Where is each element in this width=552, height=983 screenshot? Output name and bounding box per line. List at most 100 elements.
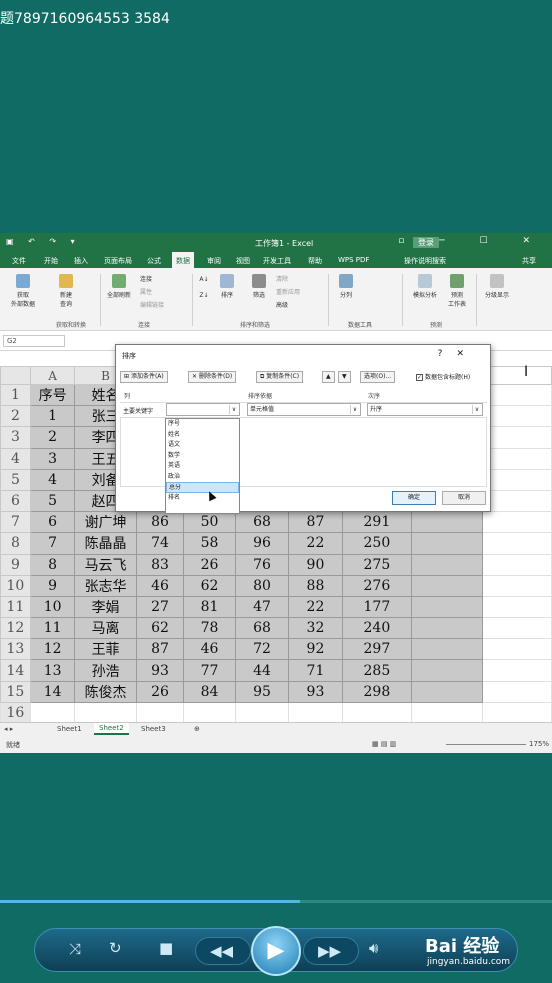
table-cell[interactable] bbox=[481, 489, 552, 513]
table-cell[interactable]: 78 bbox=[183, 617, 236, 640]
table-cell[interactable] bbox=[74, 701, 137, 725]
tell-me-search[interactable]: 操作说明搜索 bbox=[404, 256, 446, 266]
tab-insert[interactable]: 插入 bbox=[74, 256, 88, 266]
refresh-all-button[interactable]: 全部刷新 bbox=[104, 274, 134, 299]
row-header[interactable]: 15 bbox=[0, 680, 31, 703]
table-cell[interactable]: 74 bbox=[135, 532, 185, 555]
table-cell[interactable]: 12 bbox=[29, 638, 76, 661]
table-cell[interactable]: 26 bbox=[135, 680, 185, 703]
connections-button[interactable]: 连接 bbox=[140, 274, 152, 283]
rewind-button[interactable]: ◀◀ bbox=[195, 937, 251, 965]
table-cell[interactable]: 93 bbox=[135, 659, 185, 682]
has-headers-checkbox[interactable]: ✓ 数据包含标题(H) bbox=[416, 372, 470, 381]
outline-button[interactable]: 分级显示 bbox=[480, 274, 514, 299]
table-cell[interactable]: 90 bbox=[288, 553, 343, 576]
table-cell[interactable] bbox=[411, 553, 483, 576]
delete-level-button[interactable]: ✕ 删除条件(D) bbox=[188, 371, 237, 383]
sheet-nav-arrows[interactable]: ◂ ▸ bbox=[4, 725, 13, 733]
table-cell[interactable] bbox=[481, 511, 552, 534]
dropdown-option[interactable]: 姓名 bbox=[166, 430, 239, 441]
table-cell[interactable]: 陈俊杰 bbox=[74, 680, 137, 703]
table-cell[interactable] bbox=[481, 595, 552, 619]
edit-links-button[interactable]: 编辑链接 bbox=[140, 300, 164, 309]
table-cell[interactable]: 8 bbox=[29, 553, 76, 576]
table-cell[interactable] bbox=[411, 532, 483, 555]
table-cell[interactable]: 58 bbox=[183, 532, 236, 555]
row-header[interactable]: 14 bbox=[0, 659, 31, 682]
table-cell[interactable] bbox=[234, 701, 290, 725]
table-cell[interactable]: 马离 bbox=[74, 617, 137, 640]
table-cell[interactable]: 68 bbox=[234, 617, 290, 640]
sheet-tab[interactable]: Sheet1 bbox=[52, 725, 87, 733]
table-cell[interactable] bbox=[411, 638, 483, 661]
table-cell[interactable]: 71 bbox=[288, 659, 343, 682]
stop-icon[interactable]: ■ bbox=[159, 939, 173, 957]
new-query-button[interactable]: 新建 查询 bbox=[52, 274, 80, 308]
tab-view[interactable]: 视图 bbox=[236, 256, 250, 266]
table-cell[interactable] bbox=[411, 659, 483, 682]
row-header[interactable]: 7 bbox=[0, 511, 31, 534]
table-cell[interactable]: 83 bbox=[135, 553, 185, 576]
dropdown-option[interactable]: 政治 bbox=[166, 472, 239, 483]
dialog-controls[interactable]: ?✕ bbox=[438, 349, 478, 359]
repeat-icon[interactable]: ↻ bbox=[109, 939, 122, 957]
table-cell[interactable]: 2 bbox=[29, 426, 76, 449]
options-button[interactable]: 选项(O)... bbox=[360, 371, 396, 383]
sort-za-icon[interactable]: Z↓ bbox=[198, 292, 210, 299]
table-cell[interactable] bbox=[411, 574, 483, 597]
table-cell[interactable] bbox=[411, 511, 483, 534]
column-header[interactable] bbox=[481, 366, 552, 385]
tab-data[interactable]: 数据 bbox=[172, 252, 194, 268]
reapply-button[interactable]: 重新应用 bbox=[276, 287, 300, 296]
close-icon[interactable]: ✕ bbox=[456, 349, 478, 359]
table-cell[interactable]: 马云飞 bbox=[74, 553, 137, 576]
tab-home[interactable]: 开始 bbox=[44, 256, 58, 266]
table-cell[interactable] bbox=[481, 405, 552, 428]
table-cell[interactable]: 22 bbox=[288, 532, 343, 555]
table-cell[interactable] bbox=[411, 617, 483, 640]
sort-az-icon[interactable]: A↓ bbox=[198, 276, 210, 283]
column-select[interactable]: ∨ bbox=[166, 403, 240, 416]
table-cell[interactable]: 谢广坤 bbox=[74, 511, 137, 534]
row-header[interactable]: 13 bbox=[0, 638, 31, 661]
row-header[interactable]: 6 bbox=[0, 489, 31, 513]
tab-page-layout[interactable]: 页面布局 bbox=[104, 256, 132, 266]
cancel-button[interactable]: 取消 bbox=[442, 491, 486, 505]
table-cell[interactable] bbox=[481, 638, 552, 661]
copy-level-button[interactable]: ⧉ 复制条件(C) bbox=[256, 371, 304, 383]
order-select[interactable]: 升序 ∨ bbox=[367, 403, 483, 416]
table-cell[interactable] bbox=[341, 701, 413, 725]
filter-button[interactable]: 筛选 bbox=[248, 274, 270, 299]
table-cell[interactable]: 22 bbox=[288, 595, 343, 619]
table-cell[interactable]: 276 bbox=[341, 574, 413, 597]
move-up-button[interactable]: ▲ bbox=[322, 371, 335, 383]
advanced-button[interactable]: 高级 bbox=[276, 300, 288, 309]
window-controls[interactable]: ▫ ─ ☐ ✕ bbox=[398, 236, 546, 246]
table-cell[interactable]: 1 bbox=[29, 405, 76, 428]
table-cell[interactable]: 50 bbox=[183, 511, 236, 534]
table-cell[interactable] bbox=[288, 701, 343, 725]
sort-on-select[interactable]: 单元格值 ∨ bbox=[247, 403, 361, 416]
table-cell[interactable]: 26 bbox=[183, 553, 236, 576]
dropdown-option[interactable]: 排名 bbox=[166, 493, 239, 504]
table-cell[interactable]: 177 bbox=[341, 595, 413, 619]
table-cell[interactable] bbox=[481, 680, 552, 703]
table-cell[interactable] bbox=[481, 701, 552, 725]
table-cell[interactable] bbox=[135, 701, 185, 725]
table-cell[interactable]: 62 bbox=[183, 574, 236, 597]
row-header[interactable]: 3 bbox=[0, 426, 31, 449]
table-cell[interactable]: 5 bbox=[29, 489, 76, 513]
table-cell[interactable]: 62 bbox=[135, 617, 185, 640]
video-progress-bar[interactable] bbox=[0, 900, 552, 903]
view-buttons[interactable]: ▦ ▤ ▥ bbox=[372, 740, 396, 748]
table-cell[interactable] bbox=[481, 553, 552, 576]
table-cell[interactable] bbox=[481, 447, 552, 470]
tab-help[interactable]: 帮助 bbox=[308, 256, 322, 266]
table-cell[interactable]: 4 bbox=[29, 468, 76, 491]
dropdown-option[interactable]: 英语 bbox=[166, 461, 239, 472]
what-if-button[interactable]: 模拟分析 bbox=[408, 274, 442, 299]
table-cell[interactable]: 96 bbox=[234, 532, 290, 555]
forecast-sheet-button[interactable]: 预测 工作表 bbox=[444, 274, 470, 308]
table-cell[interactable]: 陈晶晶 bbox=[74, 532, 137, 555]
table-cell[interactable]: 76 bbox=[234, 553, 290, 576]
